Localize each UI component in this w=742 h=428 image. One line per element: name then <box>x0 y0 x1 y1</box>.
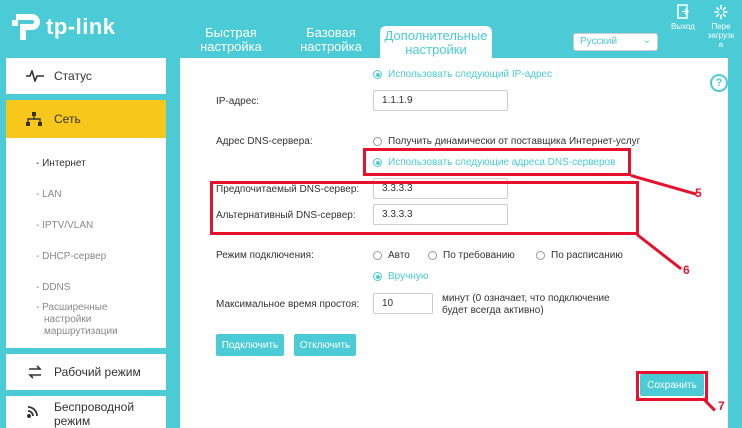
annotation-box-6 <box>210 181 639 235</box>
annotation-label-5: 5 <box>695 186 702 200</box>
radio-dot <box>373 137 382 146</box>
radio-dns-auto[interactable]: Получить динамически от поставщика Интер… <box>373 136 640 147</box>
tab-quick-setup[interactable]: Быстрая настройка <box>190 26 272 58</box>
help-icon[interactable]: ? <box>710 74 728 92</box>
radio-dot <box>373 272 382 281</box>
sidebar-item-label: Рабочий режим <box>54 365 141 379</box>
radio-dot <box>373 70 382 79</box>
radio-label: Использовать следующий IP-адрес <box>388 69 553 80</box>
reboot-button[interactable]: Пере загрузк а <box>702 4 740 49</box>
sidebar-sub-ddns[interactable]: - DDNS <box>36 282 70 294</box>
sidebar-item-label: Статус <box>54 69 92 83</box>
tab-label-line2: настройки <box>405 42 467 57</box>
sub-label-line3: маршрутизации <box>44 326 118 337</box>
radio-label: По расписанию <box>551 250 623 261</box>
reboot-label-line2: загрузк <box>707 31 735 40</box>
wifi-icon <box>26 404 48 418</box>
tab-label-line2: настройка <box>200 39 262 54</box>
idle-note-line1: минут (0 означает, что подключение <box>442 293 610 304</box>
radio-dot <box>536 251 545 260</box>
radio-dot <box>373 251 382 260</box>
tab-advanced[interactable]: Дополнительные настройки <box>380 26 492 58</box>
sidebar-item-label: Сеть <box>54 112 81 126</box>
chevron-down-icon: ⌄ <box>642 35 651 46</box>
sidebar-item-operation-mode[interactable]: Рабочий режим <box>6 354 166 390</box>
sidebar-sub-internet[interactable]: - Интернет <box>36 158 86 170</box>
right-border <box>728 58 742 428</box>
reboot-label-line1: Пере <box>711 22 731 31</box>
radio-label: Авто <box>388 250 410 261</box>
network-icon <box>26 112 48 126</box>
idle-note-line2: будет всегда активно) <box>442 305 544 316</box>
radio-label: Вручную <box>388 271 429 282</box>
radio-mode-manual[interactable]: Вручную <box>373 271 428 282</box>
dns-label: Адрес DNS-сервера: <box>216 136 313 147</box>
sidebar-subnav: - Интернет - LAN - IPTV/VLAN - DHCP-серв… <box>6 138 166 348</box>
radio-mode-demand[interactable]: По требованию <box>428 250 515 261</box>
language-value: Русский <box>580 36 618 47</box>
mode-label: Режим подключения: <box>216 250 314 261</box>
ip-label: IP-адрес: <box>216 96 260 107</box>
sidebar-sub-routing[interactable]: - Расширенные настройки маршрутизации <box>36 302 118 338</box>
language-select[interactable]: Русский ⌄ <box>573 33 658 51</box>
tab-label-line1: Дополнительные <box>384 28 488 43</box>
reboot-label-line3: а <box>718 40 724 49</box>
logout-icon <box>677 4 690 19</box>
sidebar-sub-iptv[interactable]: - IPTV/VLAN <box>36 220 93 232</box>
tp-link-logo: tp-link <box>8 10 116 44</box>
ip-input[interactable]: 1.1.1.9 <box>373 90 508 111</box>
radio-label: По требованию <box>443 250 515 261</box>
idle-time-label: Максимальное время простоя: <box>216 299 360 310</box>
sidebar-item-label-line2: режим <box>54 414 91 428</box>
idle-time-note: минут (0 означает, что подключение будет… <box>442 293 610 317</box>
sidebar-item-label-line1: Беспроводной <box>54 400 135 414</box>
sidebar-item-label: Беспроводной режим <box>54 400 134 428</box>
sidebar-sub-dhcp[interactable]: - DHCP-сервер <box>36 251 106 263</box>
radio-label: Получить динамически от поставщика Интер… <box>388 136 641 147</box>
annotation-label-6: 6 <box>683 263 690 277</box>
pulse-icon <box>26 70 48 82</box>
tab-basic[interactable]: Базовая настройка <box>290 26 372 58</box>
radio-mode-schedule[interactable]: По расписанию <box>536 250 623 261</box>
annotation-box-5 <box>363 148 631 176</box>
tp-link-logo-icon <box>12 14 40 40</box>
radio-mode-auto[interactable]: Авто <box>373 250 410 261</box>
tab-label-line1: Быстрая <box>205 25 257 40</box>
reboot-icon <box>714 4 728 20</box>
tab-label-line1: Базовая <box>306 25 356 40</box>
logout-button[interactable]: Выход <box>668 4 698 31</box>
top-header: tp-link Быстрая настройка Базовая настро… <box>0 0 742 58</box>
swap-arrows-icon <box>26 365 48 379</box>
sub-label-line1: - Расширенные <box>36 302 108 313</box>
sidebar-item-network[interactable]: Сеть <box>6 100 166 138</box>
idle-time-input[interactable]: 10 <box>373 293 433 314</box>
tab-label-line2: настройка <box>300 39 362 54</box>
radio-use-ip[interactable]: Использовать следующий IP-адрес <box>373 69 552 80</box>
disconnect-button[interactable]: Отключить <box>294 334 356 356</box>
annotation-label-7: 7 <box>718 399 725 413</box>
logout-label: Выход <box>671 22 695 31</box>
logo-text: tp-link <box>46 14 116 39</box>
sidebar-item-wireless[interactable]: Беспроводной режим <box>6 396 166 428</box>
sub-label-line2: настройки <box>44 314 92 325</box>
radio-dot <box>428 251 437 260</box>
sidebar-item-status[interactable]: Статус <box>6 58 166 94</box>
connect-button[interactable]: Подключить <box>216 334 284 356</box>
annotation-box-7 <box>636 371 708 401</box>
sidebar-sub-lan[interactable]: - LAN <box>36 189 62 201</box>
